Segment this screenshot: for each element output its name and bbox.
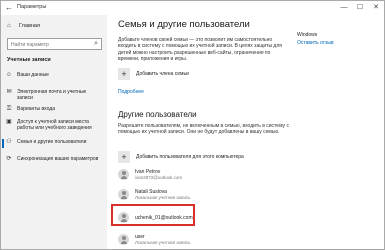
feedback-link[interactable]: Оставить отзыв (297, 40, 334, 46)
plus-icon: + (118, 68, 130, 80)
sidebar-item-label: Ваши данные (17, 72, 49, 78)
minimize-icon[interactable]: — (336, 1, 352, 15)
close-icon[interactable]: ✕ (368, 1, 384, 15)
family-description: Добавьте членов своей семьи — это позвол… (118, 37, 282, 62)
settings-window: ← Параметры — ☐ ✕ ⌂ Главная ⌕ Учетные за… (0, 0, 385, 250)
sidebar-item-family[interactable]: ⚇ Семья и другие пользователи (1, 139, 107, 148)
sidebar-item-label: Электронная почта и учетные записи (17, 89, 87, 101)
page-title: Семья и другие пользователи (118, 19, 250, 30)
search-icon[interactable]: ⌕ (94, 39, 98, 49)
sidebar-item-label: Варианты входа (17, 106, 55, 112)
window-title: Параметры (17, 4, 47, 10)
sidebar-home[interactable]: ⌂ Главная (7, 21, 40, 30)
sidebar-item-sign-in-options[interactable]: ⚿ Варианты входа (1, 106, 107, 112)
plus-icon: + (118, 151, 130, 163)
sidebar-item-work-access[interactable]: ▣ Доступ к учетной записи места работы и… (1, 119, 107, 131)
mail-icon: ✉ (6, 89, 12, 95)
briefcase-icon: ▣ (6, 119, 12, 125)
user-item[interactable]: user Локальная учетная запись (118, 234, 190, 246)
sidebar-item-email[interactable]: ✉ Электронная почта и учетные записи (1, 89, 107, 101)
learn-more-link[interactable]: Подробнее (118, 89, 144, 95)
user-detail: ivan2872@outlook.com (135, 175, 183, 180)
people-icon: ⚇ (6, 139, 12, 145)
home-icon: ⌂ (7, 22, 11, 29)
user-avatar-icon (118, 189, 129, 201)
add-family-member-button[interactable]: + Добавить члена семьи (118, 68, 189, 80)
user-detail: Локальная учетная запись (135, 240, 191, 245)
sidebar-item-sync[interactable]: ⟳ Синхронизация ваших параметров (1, 156, 107, 162)
search-input[interactable] (11, 40, 91, 49)
key-icon: ⚿ (6, 106, 12, 112)
sidebar-item-label: Синхронизация ваших параметров (17, 156, 99, 162)
user-avatar-icon (118, 169, 129, 181)
user-detail: Локальная учетная запись (135, 195, 191, 200)
add-user-button[interactable]: + Добавить пользователя для этого компью… (118, 151, 244, 163)
other-users-title: Другие пользователи (118, 110, 197, 119)
title-bar: ← Параметры — ☐ ✕ (1, 1, 384, 15)
sidebar: ⌂ Главная ⌕ Учетные записи ☺ Ваши данные… (1, 15, 107, 249)
highlight-frame (111, 204, 195, 226)
back-arrow-icon[interactable]: ← (4, 2, 14, 13)
sidebar-item-label: Семья и другие пользователи (17, 139, 87, 145)
window-controls: — ☐ ✕ (336, 1, 384, 15)
search-box: ⌕ (7, 38, 102, 50)
user-avatar-icon (118, 234, 129, 246)
person-icon: ☺ (5, 72, 13, 78)
other-users-description: Разрешите пользователям, не включенным в… (118, 123, 289, 136)
maximize-icon[interactable]: ☐ (352, 1, 368, 15)
sidebar-item-your-info[interactable]: ☺ Ваши данные (1, 72, 107, 78)
sync-icon: ⟳ (6, 156, 12, 162)
sidebar-item-label: Доступ к учетной записи места работы или… (17, 119, 92, 131)
home-label: Главная (19, 22, 40, 29)
section-title: Учетные записи (7, 57, 51, 63)
windows-label: Windows (297, 32, 318, 38)
user-item[interactable]: Ivan Petrov ivan2872@outlook.com (118, 169, 182, 181)
add-user-label: Добавить пользователя для этого компьюте… (136, 154, 244, 160)
add-family-member-label: Добавить члена семьи (136, 71, 189, 77)
user-item[interactable]: Natali Suslova Локальная учетная запись (118, 189, 190, 201)
